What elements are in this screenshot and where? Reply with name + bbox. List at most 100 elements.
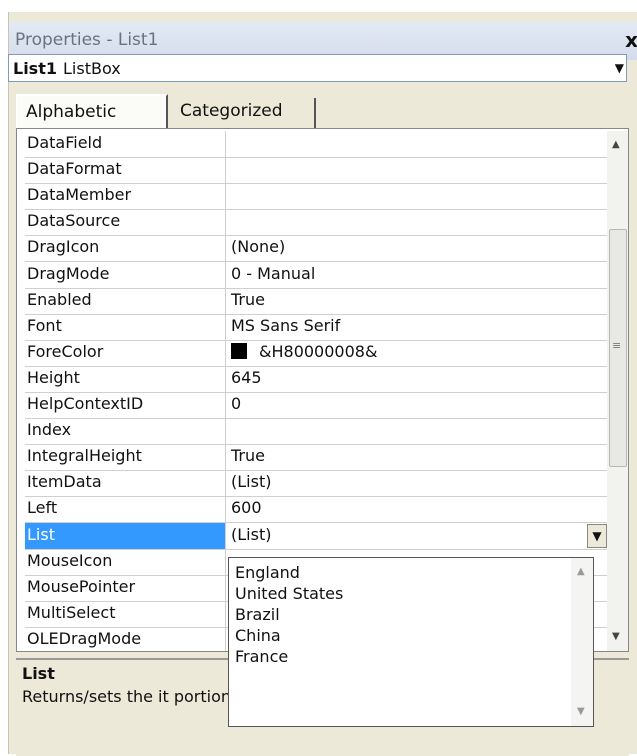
column-divider bbox=[225, 496, 226, 523]
property-name: DataField bbox=[27, 133, 103, 152]
property-row[interactable]: Enabled True bbox=[25, 287, 607, 315]
property-row[interactable]: ForeColor &H80000008& bbox=[25, 339, 607, 367]
description-text: Returns/sets the it portion. bbox=[22, 687, 237, 706]
property-name: ForeColor bbox=[27, 341, 104, 361]
property-value[interactable]: (List) bbox=[231, 472, 271, 491]
column-divider bbox=[225, 548, 226, 575]
property-name: DataSource bbox=[27, 211, 121, 231]
property-name: Index bbox=[27, 420, 72, 440]
tab-alphabetic[interactable]: Alphabetic bbox=[16, 94, 168, 128]
scroll-up-icon[interactable]: ▲ bbox=[577, 566, 585, 577]
list-dropdown-items: England United States Brazil China France bbox=[235, 562, 343, 667]
close-icon[interactable]: x bbox=[625, 28, 637, 52]
list-dropdown-item[interactable]: China bbox=[235, 625, 343, 646]
property-value-text: 600 bbox=[231, 498, 262, 518]
property-value-text: 0 - Manual bbox=[231, 263, 316, 283]
property-name: HelpContextID bbox=[27, 394, 144, 413]
property-value-text: (List) bbox=[231, 524, 272, 544]
dropdown-button[interactable]: ▼ bbox=[587, 523, 607, 548]
color-swatch bbox=[231, 342, 247, 359]
property-name: Font bbox=[27, 315, 62, 335]
tab-label: Categorized bbox=[180, 101, 283, 121]
property-row[interactable]: List (List) ▼ bbox=[25, 522, 607, 550]
property-name: MouseIcon bbox=[27, 550, 113, 570]
object-selector[interactable]: List1 ListBox ▼ bbox=[8, 54, 627, 82]
property-value[interactable]: True bbox=[231, 290, 265, 309]
property-row[interactable]: ItemData (List) bbox=[25, 470, 607, 498]
column-divider bbox=[225, 313, 226, 340]
property-value[interactable]: 0 bbox=[231, 394, 241, 413]
property-row[interactable]: DragMode 0 - Manual bbox=[25, 261, 607, 289]
list-dropdown-item[interactable]: Brazil bbox=[235, 604, 343, 625]
column-divider bbox=[225, 444, 226, 471]
property-name: DataMember bbox=[27, 185, 132, 205]
column-divider bbox=[225, 235, 226, 262]
property-value-text: MS Sans Serif bbox=[231, 315, 341, 335]
scroll-down-icon[interactable]: ▼ bbox=[612, 631, 620, 642]
property-name: Height bbox=[27, 367, 80, 387]
property-row[interactable]: Height 645 bbox=[25, 365, 607, 393]
scroll-up-icon[interactable]: ▲ bbox=[612, 139, 620, 150]
property-row[interactable]: DragIcon (None) bbox=[25, 235, 607, 263]
property-name: Left bbox=[27, 498, 58, 518]
property-value[interactable]: 645 bbox=[231, 368, 262, 387]
property-value[interactable]: &H80000008& bbox=[231, 342, 377, 361]
property-value[interactable]: MS Sans Serif bbox=[231, 316, 340, 335]
property-name: DragMode bbox=[27, 263, 110, 283]
property-row[interactable]: HelpContextID 0 bbox=[25, 392, 607, 419]
property-name: MousePointer bbox=[27, 576, 136, 596]
column-divider bbox=[225, 287, 226, 314]
column-divider bbox=[225, 339, 226, 366]
property-value-text: 0 bbox=[231, 394, 242, 413]
property-name: List bbox=[27, 524, 55, 544]
vertical-scrollbar[interactable]: ▲ ≡ ▼ bbox=[607, 131, 628, 651]
column-divider bbox=[225, 157, 226, 184]
property-value-text: True bbox=[231, 446, 265, 466]
column-divider bbox=[225, 574, 226, 601]
column-divider bbox=[225, 600, 226, 627]
object-name: List1 bbox=[13, 59, 57, 78]
column-divider bbox=[225, 209, 226, 236]
property-row[interactable]: Left 600 bbox=[25, 496, 607, 524]
column-divider bbox=[225, 261, 226, 288]
property-row[interactable]: DataFormat bbox=[25, 157, 607, 185]
property-value[interactable]: (None) bbox=[231, 237, 285, 256]
property-name: Enabled bbox=[27, 289, 92, 309]
column-divider bbox=[225, 183, 226, 210]
column-divider bbox=[225, 522, 226, 549]
property-name: MultiSelect bbox=[27, 602, 116, 622]
chevron-down-icon[interactable]: ▼ bbox=[615, 61, 624, 75]
property-row[interactable]: Index bbox=[25, 418, 607, 446]
property-row[interactable]: DataField bbox=[25, 131, 607, 158]
list-dropdown[interactable]: England United States Brazil China France ▲ … bbox=[228, 557, 594, 727]
property-value-text: True bbox=[231, 289, 265, 309]
list-dropdown-item[interactable]: England bbox=[235, 562, 343, 583]
grip-icon: ≡ bbox=[612, 339, 622, 352]
dropdown-scrollbar[interactable]: ▲ ▼ bbox=[571, 558, 593, 726]
list-dropdown-item[interactable]: United States bbox=[235, 583, 343, 604]
tab-categorized[interactable]: Categorized bbox=[172, 98, 316, 128]
property-value[interactable]: 0 - Manual bbox=[231, 264, 315, 283]
column-divider bbox=[225, 131, 226, 157]
column-divider bbox=[225, 418, 226, 445]
list-dropdown-item[interactable]: France bbox=[235, 646, 343, 667]
property-value[interactable]: (List) bbox=[231, 525, 271, 544]
property-row[interactable]: DataMember bbox=[25, 183, 607, 211]
property-name: IntegralHeight bbox=[27, 446, 142, 466]
description-title: List bbox=[22, 664, 55, 683]
property-row[interactable]: IntegralHeight True bbox=[25, 444, 607, 472]
property-name: DataFormat bbox=[27, 159, 122, 179]
property-value[interactable]: 600 bbox=[231, 498, 262, 517]
property-row[interactable]: Font MS Sans Serif bbox=[25, 313, 607, 341]
column-divider bbox=[225, 365, 226, 392]
property-value-text: &H80000008& bbox=[259, 341, 378, 361]
scroll-down-icon[interactable]: ▼ bbox=[577, 706, 585, 717]
column-divider bbox=[225, 392, 226, 418]
property-value-text: (None) bbox=[231, 237, 286, 257]
property-value[interactable]: True bbox=[231, 446, 265, 465]
property-name: ItemData bbox=[27, 472, 102, 492]
window-title: Properties - List1 bbox=[15, 30, 159, 50]
column-divider bbox=[225, 470, 226, 497]
property-row[interactable]: DataSource bbox=[25, 209, 607, 237]
property-value-text: (List) bbox=[231, 472, 272, 492]
